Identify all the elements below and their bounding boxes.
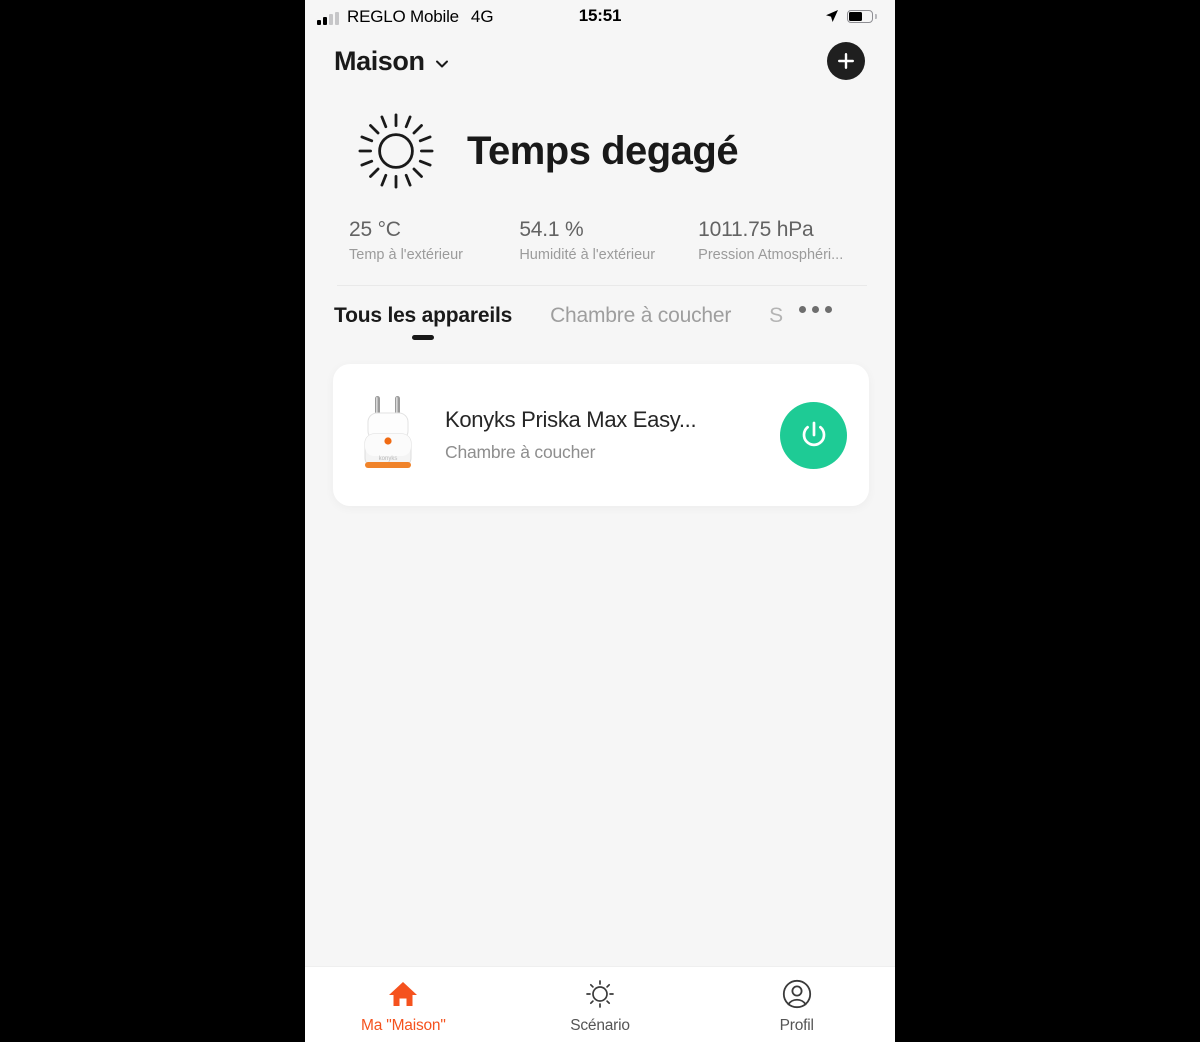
nav-item-profile[interactable]: Profil [698,974,895,1035]
tab-all-devices[interactable]: Tous les appareils [334,304,512,342]
device-list: konyks Konyks Priska Max Easy... Chambre… [305,342,895,966]
phone-screen: REGLO Mobile 4G 15:51 Maison Temps degag… [305,0,895,1042]
plus-icon [838,53,854,69]
app-header: Maison [305,32,895,90]
chevron-down-icon [435,60,448,67]
battery-icon [847,9,877,23]
more-dots-icon[interactable] [799,306,833,327]
status-bar: REGLO Mobile 4G 15:51 [305,0,895,32]
weather-stat-humidity: 54.1 % Humidité à l'extérieur [519,218,698,263]
room-tabs: Tous les appareils Chambre à coucher S [305,286,895,342]
smart-plug-icon: konyks [364,396,412,468]
list-item[interactable]: konyks Konyks Priska Max Easy... Chambre… [333,364,869,506]
stat-value: 54.1 % [519,218,584,241]
stat-label: Temp à l'extérieur [349,247,463,263]
tab-bedroom[interactable]: Chambre à coucher [550,304,731,342]
page-title: Maison [334,45,425,76]
add-device-button[interactable] [827,42,865,80]
sun-outline-icon [586,980,614,1008]
stat-label: Pression Atmosphéri... [698,247,844,263]
sun-icon [358,113,434,189]
person-circle-icon [782,979,811,1009]
weather-stat-pressure: 1011.75 hPa Pression Atmosphéri... [698,218,877,263]
device-info: Konyks Priska Max Easy... Chambre à couc… [445,407,768,463]
tab-next-clipped[interactable]: S [769,304,785,342]
tab-label: Chambre à coucher [550,304,732,327]
stat-label: Humidité à l'extérieur [519,247,656,263]
weather-condition-label: Temps degagé [467,128,739,173]
clock-label: 15:51 [578,6,622,25]
nav-item-home[interactable]: Ma "Maison" [305,974,502,1035]
tab-label: S [769,304,783,327]
nav-label: Scénario [570,1017,630,1034]
weather-summary: Temps degagé [305,110,895,192]
stat-value: 1011.75 hPa [698,218,814,241]
svg-text:konyks: konyks [379,456,398,462]
power-icon [802,421,825,447]
home-icon [389,982,418,1006]
device-name: Konyks Priska Max Easy... [445,407,697,432]
nav-label: Profil [779,1017,814,1034]
weather-stat-temperature: 25 °C Temp à l'extérieur [349,218,519,263]
status-bar-right [825,9,877,23]
home-selector[interactable]: Maison [334,46,450,77]
nav-item-scenario[interactable]: Scénario [502,974,699,1035]
screenshot-stage: REGLO Mobile 4G 15:51 Maison Temps degag… [0,0,1200,1042]
stat-value: 25 °C [349,218,401,241]
device-room: Chambre à coucher [445,442,596,462]
nav-label: Ma "Maison" [361,1017,446,1034]
device-power-toggle[interactable] [780,401,847,469]
location-arrow-icon [826,10,838,22]
weather-section: Temps degagé 25 °C Temp à l'extérieur 54… [305,90,895,286]
weather-stats: 25 °C Temp à l'extérieur 54.1 % Humidité… [305,218,895,263]
bottom-navigation: Ma "Maison" Scénario Profil [305,966,895,1042]
tab-label: Tous les appareils [334,304,513,327]
